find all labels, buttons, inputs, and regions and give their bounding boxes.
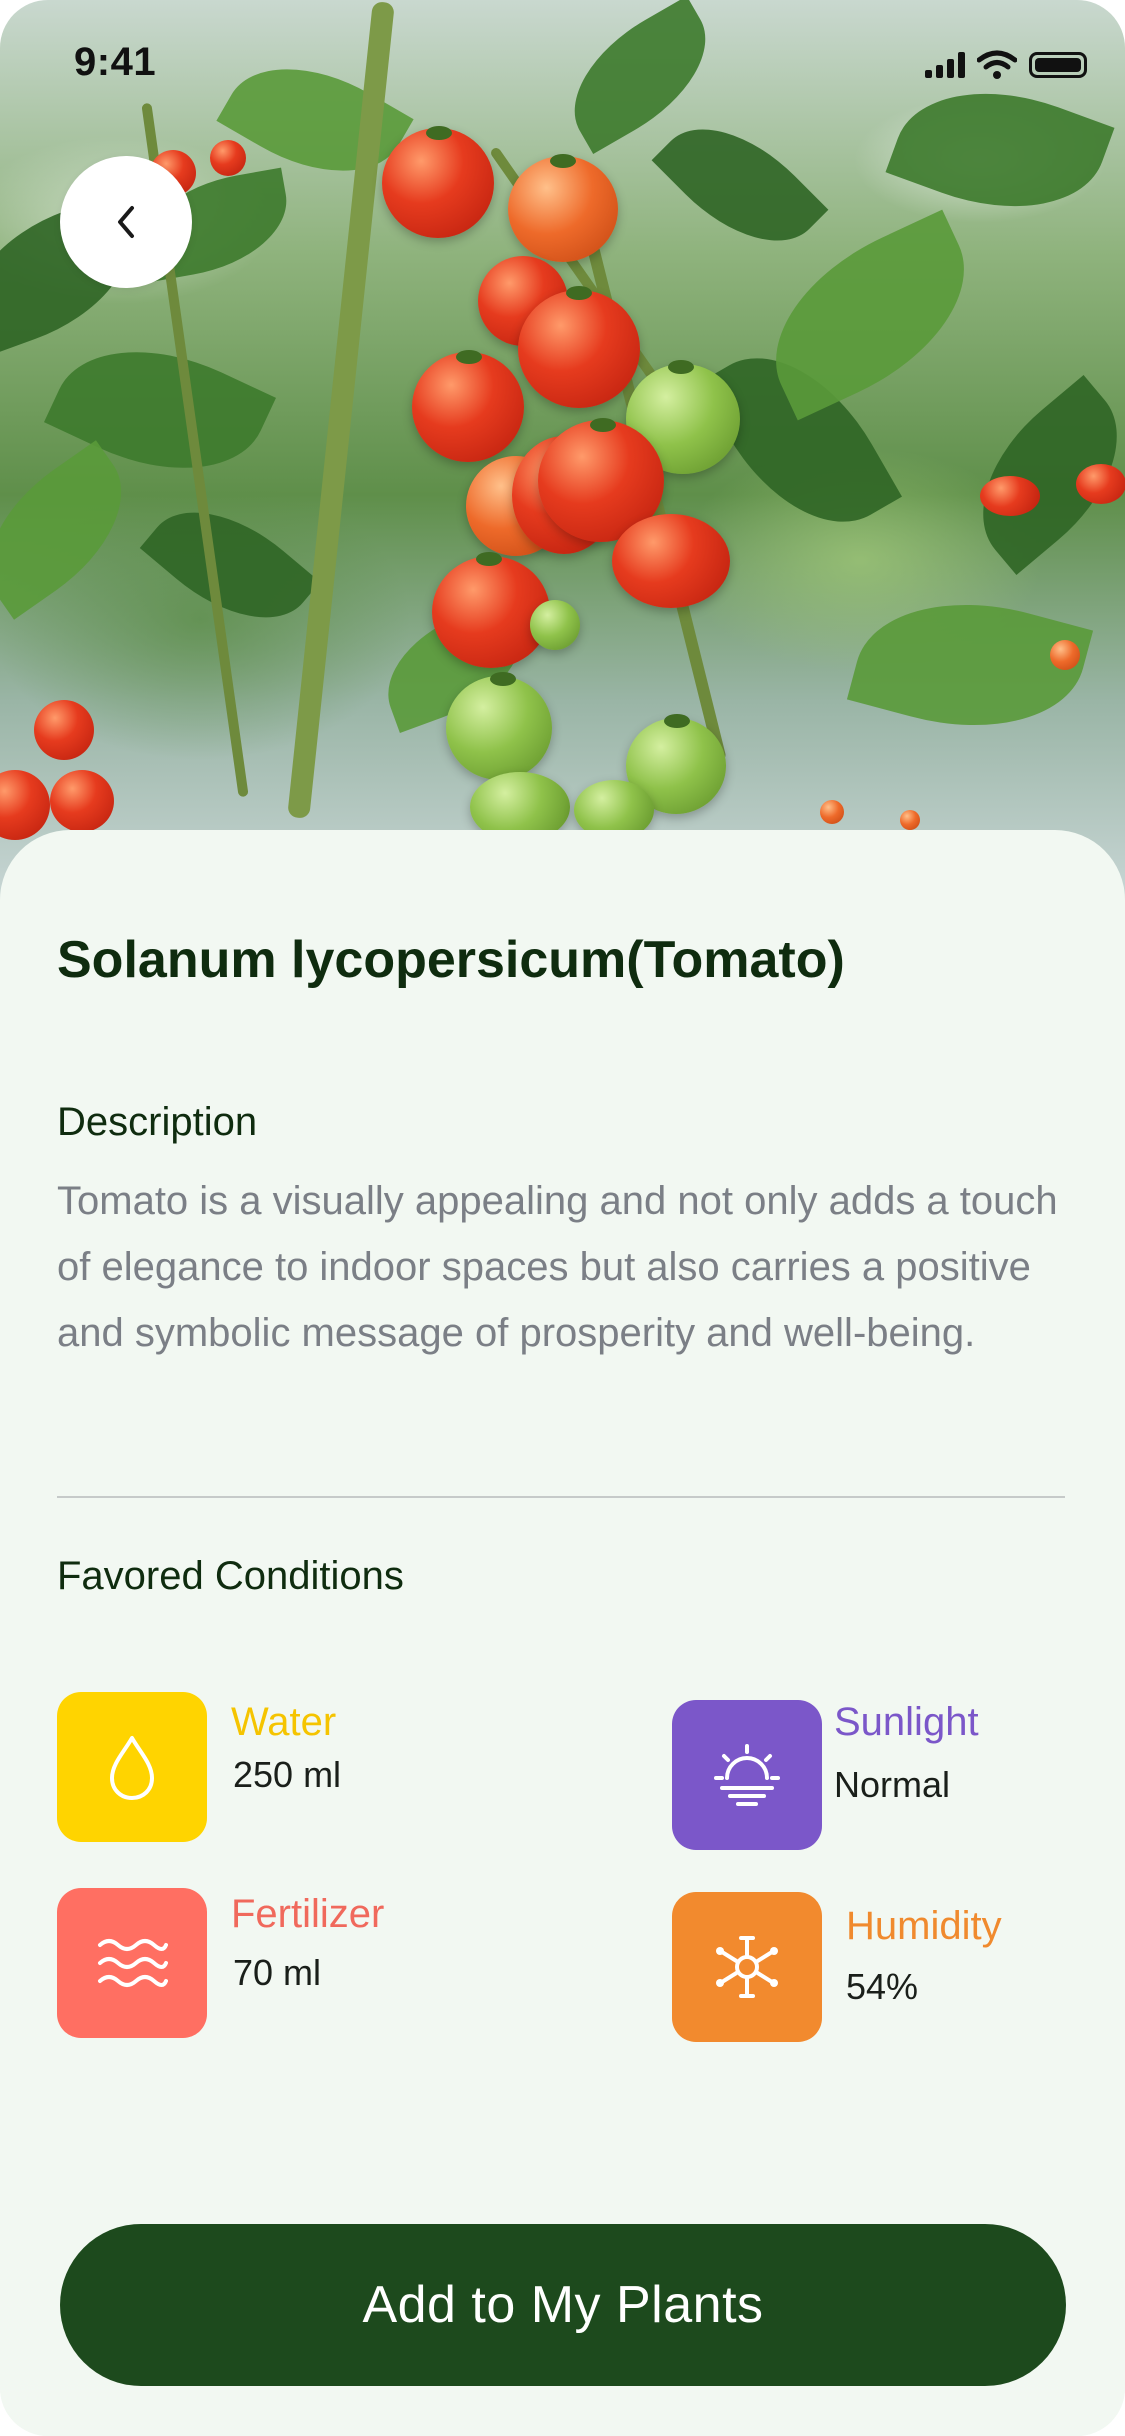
water-value: 250 ml [233, 1754, 342, 1795]
sunlight-tile [672, 1700, 822, 1850]
section-divider [57, 1496, 1065, 1498]
water-label: Water [231, 1700, 337, 1744]
status-bar-time: 9:41 [74, 40, 157, 84]
back-button[interactable] [60, 156, 192, 288]
fertilizer-tile [57, 1888, 207, 2038]
sunlight-value: Normal [834, 1764, 951, 1805]
waves-icon [98, 1939, 168, 1987]
plant-detail-sheet: Solanum lycopersicum(Tomato) Description… [0, 830, 1125, 2436]
wifi-icon [977, 50, 1017, 79]
description-heading: Description [57, 1100, 258, 1144]
sunrise-icon [714, 1744, 780, 1806]
description-text: Tomato is a visually appealing and not o… [57, 1179, 1058, 1355]
water-drop-icon [110, 1736, 154, 1800]
water-tile [57, 1692, 207, 1842]
fertilizer-value: 70 ml [233, 1952, 322, 1993]
add-to-my-plants-button[interactable]: Add to My Plants [60, 2224, 1066, 2386]
plant-detail-screen: 9:41 Solanum lycopersicum(Tomato) Descri… [0, 0, 1125, 2436]
sunlight-label: Sunlight [834, 1700, 979, 1744]
plant-hero-image [0, 0, 1125, 900]
cellular-signal-icon [925, 52, 965, 78]
plant-title: Solanum lycopersicum(Tomato) [57, 931, 845, 989]
humidity-tile [672, 1892, 822, 2042]
humidity-label: Humidity [846, 1904, 1002, 1948]
status-bar-icons [925, 50, 1087, 80]
fertilizer-label: Fertilizer [231, 1892, 385, 1936]
battery-icon [1029, 52, 1087, 78]
snowflake-icon [716, 1936, 778, 1998]
conditions-heading: Favored Conditions [57, 1554, 404, 1598]
chevron-left-icon [118, 206, 134, 238]
humidity-value: 54% [846, 1966, 919, 2007]
